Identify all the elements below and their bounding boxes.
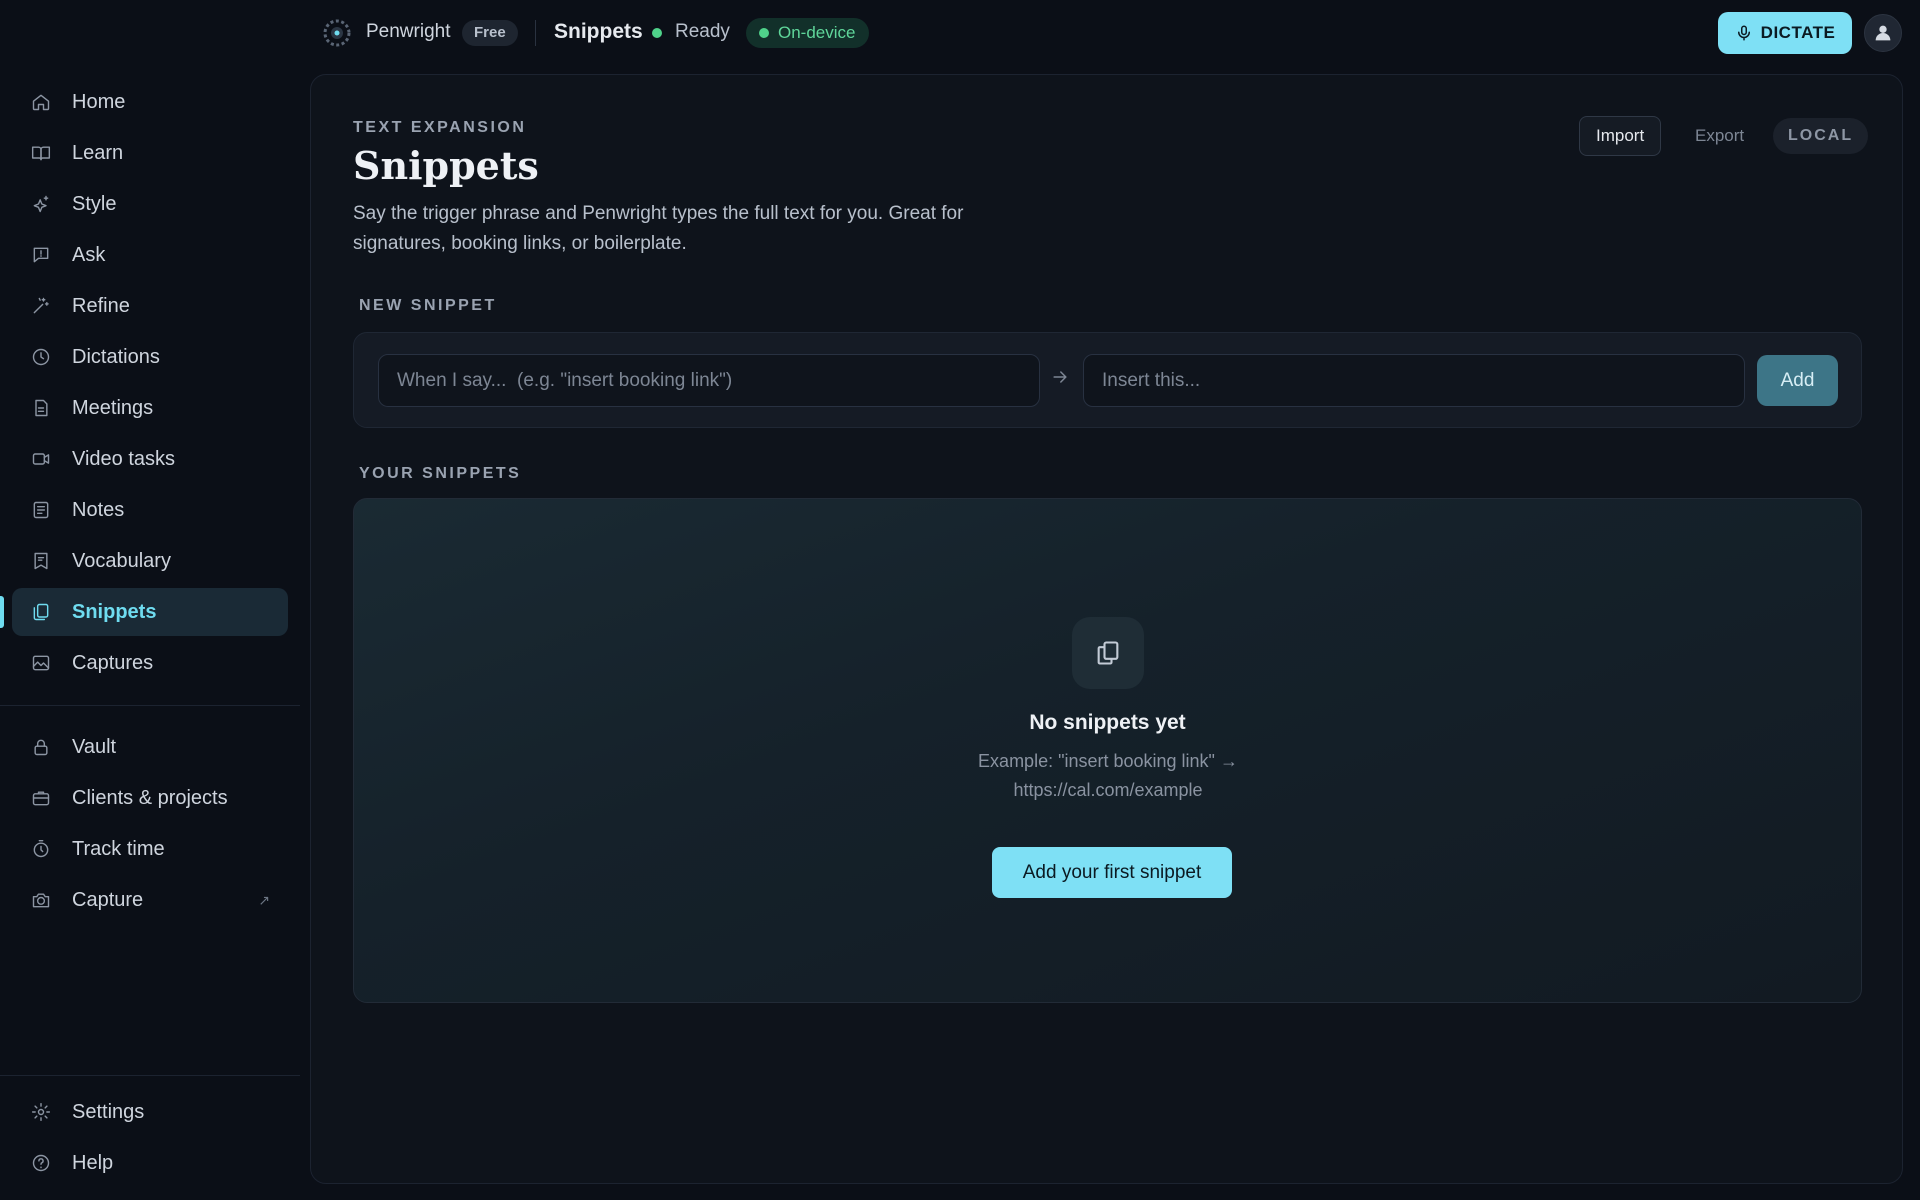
sidebar-item-label: Capture bbox=[72, 888, 144, 911]
magic-icon bbox=[30, 295, 52, 317]
sidebar-item-refine[interactable]: Refine bbox=[12, 282, 288, 330]
clock-icon bbox=[30, 346, 52, 368]
user-icon bbox=[1875, 25, 1891, 41]
sidebar-item-label: Settings bbox=[72, 1100, 145, 1123]
sidebar-item-label: Refine bbox=[72, 294, 130, 317]
document-icon bbox=[30, 397, 52, 419]
insert-text-input[interactable] bbox=[1083, 354, 1745, 407]
sidebar-item-vault[interactable]: Vault bbox=[12, 723, 288, 771]
camera-icon bbox=[30, 889, 52, 911]
app-root: Home Learn Style Ask Refine Dictations M… bbox=[0, 0, 1920, 1200]
user-avatar[interactable] bbox=[1864, 14, 1902, 52]
notes-icon bbox=[30, 499, 52, 521]
current-page-title: Snippets bbox=[554, 20, 643, 43]
sidebar-item-help[interactable]: Help bbox=[12, 1139, 288, 1187]
sidebar-item-label: Meetings bbox=[72, 396, 154, 419]
sidebar-divider bbox=[0, 705, 300, 706]
arrow-right-icon bbox=[1050, 367, 1074, 391]
sidebar-item-label: Home bbox=[72, 90, 126, 113]
sidebar-item-label: Ask bbox=[72, 243, 106, 266]
add-first-snippet-button[interactable]: Add your first snippet bbox=[992, 847, 1232, 898]
sidebar-item-video-tasks[interactable]: Video tasks bbox=[12, 435, 288, 483]
briefcase-icon bbox=[30, 787, 52, 809]
trigger-phrase-input[interactable] bbox=[378, 354, 1040, 407]
sidebar-item-label: Learn bbox=[72, 141, 124, 164]
sidebar-item-label: Track time bbox=[72, 837, 165, 860]
image-icon bbox=[30, 652, 52, 674]
dictate-button[interactable]: DICTATE bbox=[1718, 12, 1852, 54]
sidebar-nav-primary: Home Learn Style Ask Refine Dictations M… bbox=[0, 78, 288, 690]
sidebar-item-meetings[interactable]: Meetings bbox=[12, 384, 288, 432]
sidebar-item-label: Clients & projects bbox=[72, 786, 228, 809]
home-icon bbox=[30, 91, 52, 113]
sidebar: Home Learn Style Ask Refine Dictations M… bbox=[0, 0, 300, 1200]
empty-state-example: Example: "insert booking link" → https:/… bbox=[978, 751, 1238, 800]
sidebar-item-label: Dictations bbox=[72, 345, 160, 368]
sidebar-nav-footer: Settings Help bbox=[12, 1088, 288, 1190]
sidebar-item-clients-projects[interactable]: Clients & projects bbox=[12, 774, 288, 822]
status-text: Ready bbox=[675, 21, 730, 42]
page-description: Say the trigger phrase and Penwright typ… bbox=[353, 203, 964, 254]
new-snippet-card: Add bbox=[353, 332, 1862, 428]
sidebar-item-capture[interactable]: Capture ↗ bbox=[12, 876, 288, 924]
sidebar-item-label: Video tasks bbox=[72, 447, 176, 470]
page-title: Snippets bbox=[353, 143, 539, 188]
sidebar-item-style[interactable]: Style bbox=[12, 180, 288, 228]
sparkle-icon bbox=[30, 193, 52, 215]
add-snippet-button[interactable]: Add bbox=[1757, 355, 1838, 406]
external-link-icon: ↗ bbox=[258, 891, 270, 908]
sidebar-item-learn[interactable]: Learn bbox=[12, 129, 288, 177]
new-snippet-label: NEW SNIPPET bbox=[359, 297, 497, 314]
import-button[interactable]: Import bbox=[1579, 116, 1662, 156]
sidebar-item-settings[interactable]: Settings bbox=[12, 1088, 288, 1136]
sidebar-item-home[interactable]: Home bbox=[12, 78, 288, 126]
sidebar-item-vocabulary[interactable]: Vocabulary bbox=[12, 537, 288, 585]
empty-state-title: No snippets yet bbox=[1029, 711, 1186, 734]
microphone-icon bbox=[1737, 25, 1750, 41]
top-bar: Penwright Free Snippets Ready On-device … bbox=[300, 0, 1920, 64]
book-icon bbox=[30, 142, 52, 164]
sidebar-item-label: Snippets bbox=[72, 600, 157, 623]
sidebar-item-notes[interactable]: Notes bbox=[12, 486, 288, 534]
sidebar-item-label: Notes bbox=[72, 498, 125, 521]
your-snippets-label: YOUR SNIPPETS bbox=[359, 465, 522, 482]
video-icon bbox=[30, 448, 52, 470]
lock-icon bbox=[30, 736, 52, 758]
sidebar-divider bbox=[0, 1075, 300, 1076]
help-icon bbox=[30, 1152, 52, 1174]
sidebar-item-label: Help bbox=[72, 1151, 114, 1174]
sidebar-item-label: Vocabulary bbox=[72, 549, 171, 572]
on-device-badge: On-device bbox=[746, 18, 870, 48]
copy-icon bbox=[30, 601, 52, 623]
plan-badge: Free bbox=[462, 20, 518, 46]
copy-icon bbox=[1072, 617, 1144, 689]
topbar-divider bbox=[535, 20, 536, 46]
timer-icon bbox=[30, 838, 52, 860]
dictate-label: DICTATE bbox=[1760, 23, 1836, 42]
storage-badge: LOCAL bbox=[1773, 118, 1869, 154]
sidebar-item-snippets[interactable]: Snippets bbox=[0, 588, 288, 636]
page-eyebrow: TEXT EXPANSION bbox=[353, 119, 527, 136]
chat-icon bbox=[30, 244, 52, 266]
app-name: Penwright bbox=[366, 21, 451, 42]
sidebar-item-label: Vault bbox=[72, 735, 117, 758]
sidebar-item-label: Style bbox=[72, 192, 117, 215]
sidebar-item-dictations[interactable]: Dictations bbox=[12, 333, 288, 381]
sidebar-nav-secondary: Vault Clients & projects Track time Capt… bbox=[12, 723, 288, 927]
gear-icon bbox=[30, 1101, 52, 1123]
main-panel: TEXT EXPANSION Snippets Say the trigger … bbox=[310, 74, 1903, 1184]
snippets-empty-state: No snippets yet Example: "insert booking… bbox=[353, 498, 1862, 1003]
penwright-logo-icon bbox=[323, 19, 351, 47]
status-dot bbox=[652, 28, 662, 38]
sidebar-item-ask[interactable]: Ask bbox=[12, 231, 288, 279]
export-button[interactable]: Export bbox=[1683, 116, 1756, 156]
sidebar-item-track-time[interactable]: Track time bbox=[12, 825, 288, 873]
active-indicator bbox=[0, 596, 4, 628]
vocabulary-icon bbox=[30, 550, 52, 572]
sidebar-item-label: Captures bbox=[72, 651, 154, 674]
sidebar-item-captures[interactable]: Captures bbox=[12, 639, 288, 687]
